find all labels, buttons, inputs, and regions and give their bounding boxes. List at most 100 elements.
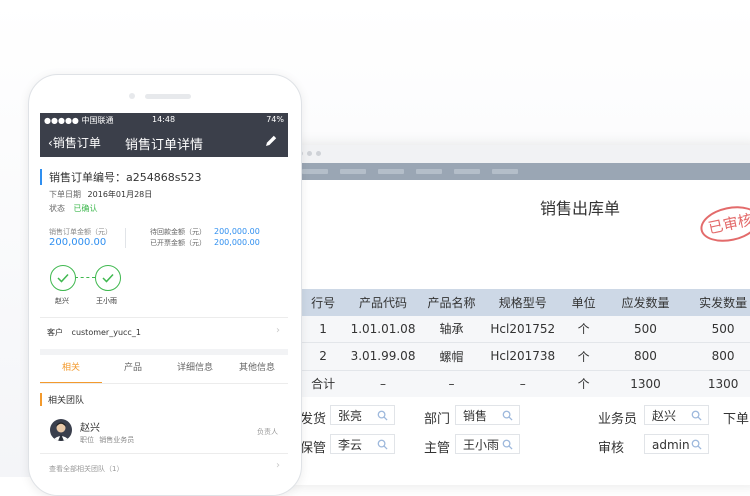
tab-other-info[interactable]: 其他信息 [226, 355, 288, 382]
screen-title: 销售订单详情 [124, 138, 203, 153]
search-icon[interactable] [691, 410, 702, 421]
table-cell: 合计 [300, 370, 347, 397]
member-role: 职位 销售业务员 [80, 435, 134, 445]
invoiced-value: 200,000.00 [214, 238, 260, 247]
order-date-label: 下单日期 [49, 190, 81, 199]
order-amount-value: 200,000.00 [49, 237, 107, 248]
table-cell: 500 [686, 315, 750, 343]
menu-item[interactable] [378, 169, 404, 174]
search-icon[interactable] [377, 439, 388, 450]
approver-name: 赵兴 [55, 297, 69, 305]
chevron-right-icon: › [276, 460, 280, 471]
field-label: 部门 [424, 412, 451, 427]
battery-text: 74% [266, 115, 284, 124]
table-cell: 500 [604, 315, 687, 343]
avatar [50, 419, 72, 441]
table-cell: 3.01.99.08 [346, 342, 420, 371]
carrier-text: ●●●●● 中国联通 [44, 116, 114, 125]
reviewer-field[interactable]: admin [644, 434, 709, 454]
status-bar: ●●●●● 中国联通 14:48 74% [40, 113, 288, 127]
tab-related[interactable]: 相关 [40, 355, 102, 384]
table-cell: 1300 [604, 370, 687, 397]
shipper-field[interactable]: 张亮 [330, 405, 395, 425]
pending-label: 待回款金额（元） [150, 228, 206, 236]
column-header: 实发数量 [686, 289, 750, 316]
phone-mockup: ●●●●● 中国联通 14:48 74% ‹销售订单 销售订单详情 销售订单编号… [28, 74, 302, 496]
table-cell: 个 [562, 315, 605, 343]
menu-item[interactable] [416, 169, 442, 174]
team-section-title: 相关团队 [40, 393, 84, 406]
menu-item[interactable] [492, 169, 518, 174]
table-cell: 2 [300, 342, 347, 371]
order-amount-label: 销售订单金额（元） [49, 228, 112, 236]
department-field[interactable]: 销售 [455, 405, 520, 425]
amount-divider [125, 228, 126, 248]
field-label: 发货 [300, 412, 327, 427]
salesperson-field[interactable]: 赵兴 [644, 405, 709, 425]
field-value: 李云 [338, 438, 363, 452]
role-label: 职位 [80, 436, 94, 444]
supervisor-field[interactable]: 王小雨 [455, 434, 520, 454]
table-cell: 1.01.01.08 [346, 315, 420, 343]
field-value: 王小雨 [463, 438, 500, 452]
approved-stamp: 已审核 [697, 201, 750, 247]
field-value: admin [652, 438, 690, 452]
pending-value: 200,000.00 [214, 227, 260, 236]
column-header: 产品代码 [346, 289, 420, 316]
divider [40, 453, 288, 454]
menu-item[interactable] [340, 169, 366, 174]
approver-node [50, 265, 76, 291]
table-row[interactable]: 1 1.01.01.08 轴承 Hcl201752 个 500 500 [300, 315, 750, 343]
view-all-link: 查看全部相关团队（1） [49, 465, 124, 473]
field-label: 主管 [424, 441, 451, 456]
field-value: 张亮 [338, 409, 363, 423]
table-cell: 1300 [686, 370, 750, 397]
table-cell: 个 [562, 370, 605, 397]
column-header: 规格型号 [483, 289, 563, 316]
customer-info: 客户 customer_yucc_1 [47, 327, 141, 338]
table-row[interactable]: 2 3.01.99.08 螺帽 Hcl201738 个 800 800 [300, 342, 750, 371]
divider [40, 383, 288, 384]
divider [40, 317, 288, 318]
search-icon[interactable] [502, 439, 513, 450]
order-date-row: 下单日期 2016年01月28日 [49, 189, 152, 200]
tab-details[interactable]: 详细信息 [164, 355, 226, 382]
keeper-field[interactable]: 李云 [330, 434, 395, 454]
search-icon[interactable] [691, 439, 702, 450]
table-cell: – [346, 370, 420, 397]
status-time: 14:48 [152, 115, 176, 124]
search-icon[interactable] [377, 410, 388, 421]
table-cell: – [419, 370, 484, 397]
status-label: 状态 [49, 204, 65, 213]
table-cell: 螺帽 [419, 342, 484, 371]
approver-name: 王小雨 [96, 297, 117, 305]
column-header: 应发数量 [604, 289, 687, 316]
search-icon[interactable] [502, 410, 513, 421]
menu-item[interactable] [302, 169, 328, 174]
invoiced-label: 已开票金额（元） [150, 239, 206, 247]
table-cell: 800 [686, 342, 750, 371]
role-value: 销售业务员 [99, 436, 135, 444]
items-table: 行号 产品代码 产品名称 规格型号 单位 应发数量 实发数量 1 1.01.01… [300, 289, 750, 397]
table-cell: 1 [300, 315, 347, 343]
customer-value: customer_yucc_1 [71, 328, 141, 337]
field-value: 销售 [463, 409, 488, 423]
owner-badge: 负责人 [257, 428, 278, 436]
order-date-value: 2016年01月28日 [87, 190, 153, 199]
tab-products[interactable]: 产品 [102, 355, 164, 382]
speaker-slot [145, 94, 191, 99]
customer-label: 客户 [47, 328, 63, 337]
menu-item[interactable] [454, 169, 480, 174]
window-dot[interactable] [316, 151, 321, 156]
column-header: 单位 [562, 289, 605, 316]
order-number: 销售订单编号：a254868s523 [40, 169, 201, 185]
order-status-row: 状态 已确认 [49, 203, 98, 214]
edit-pencil-icon[interactable] [264, 134, 278, 148]
table-cell: 轴承 [419, 315, 484, 343]
desktop-window: 销售出库单 已审核 行号 产品代码 产品名称 规格型号 单位 应发数量 实发数量… [290, 145, 750, 485]
tab-bar: 相关 产品 详细信息 其他信息 [40, 355, 288, 384]
table-cell: 800 [604, 342, 687, 371]
document-title: 销售出库单 [540, 199, 621, 218]
member-name: 赵兴 [80, 423, 100, 434]
window-dot[interactable] [307, 151, 312, 156]
